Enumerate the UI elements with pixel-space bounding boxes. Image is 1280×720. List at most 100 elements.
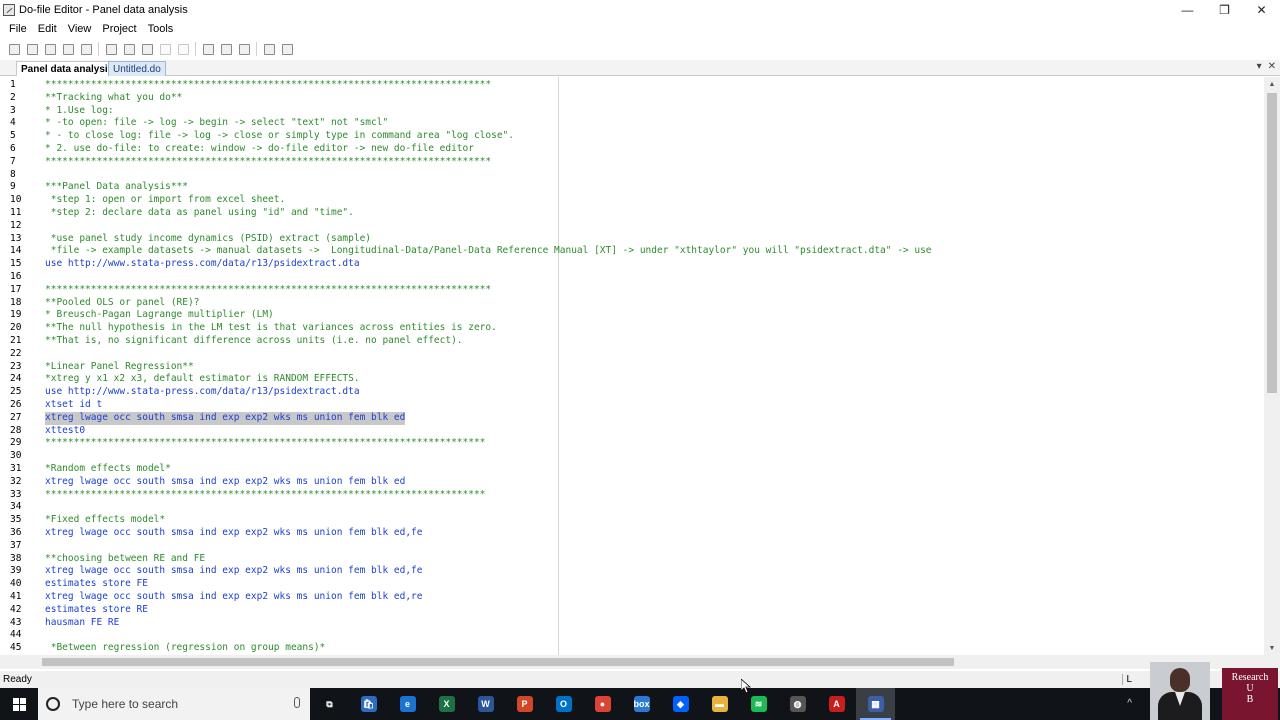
code-line[interactable]: 28 xttest0	[0, 425, 1264, 438]
code-line[interactable]: 17 **************************************…	[0, 284, 1264, 297]
code-line[interactable]: 3 * 1.Use log:	[0, 105, 1264, 118]
tab-list-dropdown-icon[interactable]: ▾	[1257, 61, 1262, 72]
code-line[interactable]: 39 xtreg lwage occ south smsa ind exp exp…	[0, 565, 1264, 578]
code-line[interactable]: 44	[0, 629, 1264, 642]
code-line[interactable]: 19 * Breusch-Pagan Lagrange multiplier (L…	[0, 309, 1264, 322]
code-line[interactable]: 42 estimates store RE	[0, 604, 1264, 617]
scroll-up-arrow-icon[interactable]: ▲	[1264, 79, 1280, 89]
taskbar-app-file-explorer[interactable]: ▬	[700, 688, 739, 720]
menu-file[interactable]: File	[5, 23, 31, 35]
code-line[interactable]: 24 *xtreg y x1 x2 x3, default estimator i…	[0, 373, 1264, 386]
execute-button[interactable]	[278, 40, 296, 58]
taskbar-app-powerpoint[interactable]: P	[505, 688, 544, 720]
code-line[interactable]: 37	[0, 540, 1264, 553]
code-line[interactable]: 21 **That is, no significant difference a…	[0, 335, 1264, 348]
tray-caret-icon[interactable]: ^	[1127, 698, 1132, 709]
code-text: xtreg lwage occ south smsa ind exp exp2 …	[45, 475, 406, 487]
start-button[interactable]	[0, 688, 38, 720]
menu-edit[interactable]: Edit	[34, 23, 61, 35]
close-button[interactable]: ✕	[1243, 0, 1280, 20]
code-line[interactable]: 26 xtset id t	[0, 399, 1264, 412]
code-line[interactable]: 23 *Linear Panel Regression**	[0, 361, 1264, 374]
code-line[interactable]: 20 **The null hypothesis in the LM test i…	[0, 322, 1264, 335]
taskbar-app-box[interactable]: box	[622, 688, 661, 720]
code-line[interactable]: 15 use http://www.stata-press.com/data/r1…	[0, 258, 1264, 271]
save-icon	[44, 43, 56, 55]
code-line[interactable]: 1 ***************************************…	[0, 79, 1264, 92]
code-line[interactable]: 25 use http://www.stata-press.com/data/r1…	[0, 386, 1264, 399]
vertical-scroll-thumb[interactable]	[1267, 93, 1277, 393]
taskbar-app-task-view[interactable]: ⧉	[310, 688, 349, 720]
cut-button[interactable]	[102, 40, 120, 58]
code-line[interactable]: 6 * 2. use do-file: to create: window -> …	[0, 143, 1264, 156]
taskbar-app-word[interactable]: W	[466, 688, 505, 720]
copy-button[interactable]	[120, 40, 138, 58]
open-button[interactable]	[23, 40, 41, 58]
taskbar-app-acrobat[interactable]: A	[817, 688, 856, 720]
code-line[interactable]: 34	[0, 501, 1264, 514]
new-file-button[interactable]	[5, 40, 23, 58]
minimize-button[interactable]: —	[1169, 0, 1206, 20]
line-number: 7	[10, 155, 16, 167]
code-line[interactable]: 14 *file -> example datasets -> manual d…	[0, 245, 1264, 258]
code-line[interactable]: 4 * -to open: file -> log -> begin -> sel…	[0, 117, 1264, 130]
move-up-button[interactable]	[217, 40, 235, 58]
undo-button[interactable]	[156, 40, 174, 58]
find-button[interactable]	[77, 40, 95, 58]
taskbar-app-camera[interactable]: ◍	[778, 688, 817, 720]
taskbar-app-excel[interactable]: X	[427, 688, 466, 720]
horizontal-scrollbar[interactable]	[0, 655, 1280, 669]
menu-project[interactable]: Project	[98, 23, 140, 35]
tab-panel-data-analysis[interactable]: Panel data analysis	[16, 61, 119, 76]
move-down-button[interactable]	[235, 40, 253, 58]
code-line[interactable]: 10 *step 1: open or import from excel sh…	[0, 194, 1264, 207]
code-line[interactable]: 38 **choosing between RE and FE	[0, 553, 1264, 566]
tab-close-icon[interactable]: ✕	[1268, 61, 1276, 72]
taskbar-app-chrome[interactable]: ●	[583, 688, 622, 720]
run-button[interactable]	[260, 40, 278, 58]
code-line[interactable]: 43 hausman FE RE	[0, 617, 1264, 630]
taskbar-app-outlook[interactable]: O	[544, 688, 583, 720]
restore-button[interactable]: ❐	[1206, 0, 1243, 20]
redo-button[interactable]	[174, 40, 192, 58]
taskbar-app-stata[interactable]: ▦	[856, 688, 895, 720]
code-line[interactable]: 18 **Pooled OLS or panel (RE)?	[0, 297, 1264, 310]
code-line[interactable]: 13 *use panel study income dynamics (PSI…	[0, 233, 1264, 246]
microphone-icon[interactable]	[294, 697, 300, 708]
code-line[interactable]: 16	[0, 271, 1264, 284]
code-line[interactable]: 11 *step 2: declare data as panel using …	[0, 207, 1264, 220]
code-line[interactable]: 27 xtreg lwage occ south smsa ind exp exp…	[0, 411, 1264, 425]
taskbar-app-store[interactable]: 🛍	[349, 688, 388, 720]
taskbar-search[interactable]: Type here to search	[38, 688, 310, 720]
code-line[interactable]: 29 **************************************…	[0, 437, 1264, 450]
code-line[interactable]: 40 estimates store FE	[0, 578, 1264, 591]
code-line[interactable]: 2 **Tracking what you do**	[0, 92, 1264, 105]
indent-button[interactable]	[199, 40, 217, 58]
code-line[interactable]: 32 xtreg lwage occ south smsa ind exp exp…	[0, 476, 1264, 489]
code-line[interactable]: 30	[0, 450, 1264, 463]
code-line[interactable]: 45 *Between regression (regression on gr…	[0, 642, 1264, 655]
code-line[interactable]: 12	[0, 220, 1264, 233]
code-line[interactable]: 7 ***************************************…	[0, 156, 1264, 169]
taskbar-app-dropbox[interactable]: ◆	[661, 688, 700, 720]
code-line[interactable]: 22	[0, 348, 1264, 361]
code-line[interactable]: 41 xtreg lwage occ south smsa ind exp exp…	[0, 591, 1264, 604]
horizontal-scroll-thumb[interactable]	[42, 658, 954, 666]
code-line[interactable]: 33 **************************************…	[0, 489, 1264, 502]
tab-untitled-do[interactable]: Untitled.do	[108, 61, 166, 76]
vertical-scrollbar[interactable]: ▲ ▼	[1264, 77, 1280, 655]
code-line[interactable]: 5 * - to close log: file -> log -> close …	[0, 130, 1264, 143]
code-line[interactable]: 36 xtreg lwage occ south smsa ind exp exp…	[0, 527, 1264, 540]
print-button[interactable]	[59, 40, 77, 58]
code-line[interactable]: 31 *Random effects model*	[0, 463, 1264, 476]
code-line[interactable]: 8	[0, 169, 1264, 182]
code-line[interactable]: 9 ***Panel Data analysis***	[0, 181, 1264, 194]
save-button[interactable]	[41, 40, 59, 58]
menu-tools[interactable]: Tools	[144, 23, 178, 35]
menu-view[interactable]: View	[64, 23, 96, 35]
paste-button[interactable]	[138, 40, 156, 58]
taskbar-app-edge[interactable]: e	[388, 688, 427, 720]
code-line[interactable]: 35 *Fixed effects model*	[0, 514, 1264, 527]
scroll-down-arrow-icon[interactable]: ▼	[1264, 643, 1280, 653]
code-editor[interactable]: 1 ***************************************…	[0, 77, 1264, 655]
